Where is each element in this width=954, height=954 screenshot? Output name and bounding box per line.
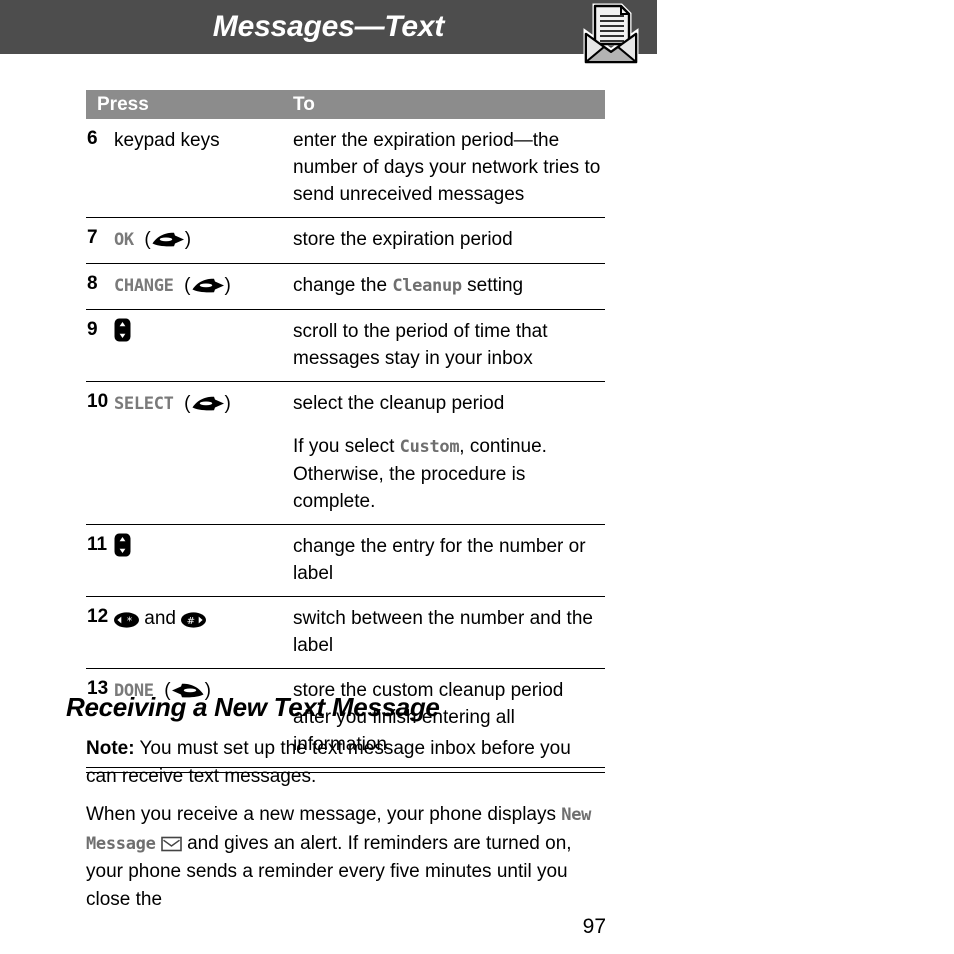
step-description-post: setting — [461, 275, 524, 296]
table-row: 6 keypad keys enter the expiration perio… — [86, 119, 605, 217]
step-description-text: select the cleanup period — [293, 393, 505, 414]
paren-close: ) — [224, 393, 231, 414]
scroll-updown-key-icon — [114, 318, 131, 342]
table-row: 9 scroll to the period of time that mess… — [86, 309, 605, 381]
paren-close: ) — [224, 275, 231, 296]
key-conjunction: and — [144, 608, 176, 629]
paren-open: ( — [139, 229, 151, 250]
message-envelope-icon — [583, 3, 639, 65]
step-number: 9 — [87, 319, 98, 340]
key-label: SELECT — [114, 394, 174, 414]
page-number: 97 — [582, 915, 606, 938]
star-key-icon: * — [114, 609, 139, 628]
step-description: switch between the number and the label — [292, 603, 605, 659]
note-label: Note: — [86, 738, 135, 759]
step-description: change the Cleanup setting — [292, 270, 605, 300]
key-label: keypad keys — [114, 130, 220, 151]
key-label: OK — [114, 230, 134, 250]
step-description-text: change the entry for the number or label — [293, 536, 586, 584]
step-key: keypad keys — [114, 125, 292, 208]
step-key: * and # — [114, 603, 292, 659]
note-text: You must set up the text message inbox b… — [86, 738, 571, 787]
paren-open: ( — [178, 393, 191, 414]
table-header-row: Press To — [86, 90, 605, 119]
table-row: 10 SELECT () select the cleanup period I… — [86, 381, 605, 524]
paren-open: ( — [178, 275, 191, 296]
step-description-text: scroll to the period of time that messag… — [293, 321, 548, 369]
svg-text:#: # — [187, 616, 195, 627]
body-text-pre: When you receive a new message, your pho… — [86, 804, 562, 825]
step-description-pre: change the — [293, 275, 393, 296]
step-key: OK () — [114, 224, 292, 254]
step-number: 11 — [87, 534, 108, 555]
step-description-text: store the expiration period — [293, 229, 513, 250]
section-heading: Receiving a New Text Message — [66, 692, 440, 722]
pound-key-icon: # — [181, 609, 207, 628]
body-paragraph: When you receive a new message, your pho… — [86, 801, 602, 913]
step-key — [114, 316, 292, 372]
step-description-text: enter the expiration period—the number o… — [293, 130, 601, 205]
table-row: 7 OK () store the expiration period — [86, 217, 605, 263]
step-number: 8 — [87, 273, 98, 294]
svg-text:*: * — [127, 614, 133, 627]
step-description: select the cleanup period If you select … — [292, 388, 605, 515]
step-description: store the expiration period — [292, 224, 605, 254]
table-row: 11 change the entry for the number or la… — [86, 524, 605, 596]
step-number: 12 — [87, 606, 109, 627]
table-row: 12 * and # switch between the number and… — [86, 596, 605, 668]
step-description: scroll to the period of time that messag… — [292, 316, 605, 372]
step-description: enter the expiration period—the number o… — [292, 125, 605, 208]
step-key — [114, 531, 292, 587]
secondary-pre: If you select — [293, 436, 400, 457]
procedure-table: Press To 6 keypad keys enter the expirat… — [86, 90, 605, 773]
key-label: CHANGE — [114, 276, 174, 296]
step-number: 10 — [87, 391, 109, 412]
paren-close: ) — [184, 229, 192, 250]
step-description-secondary: If you select Custom, continue. Otherwis… — [293, 433, 605, 515]
step-number: 6 — [87, 128, 98, 149]
step-number: 7 — [87, 227, 98, 248]
table-row: 8 CHANGE () change the Cleanup setting — [86, 263, 605, 309]
note-paragraph: Note: You must set up the text message i… — [86, 735, 602, 790]
column-header-to: To — [293, 94, 315, 115]
scroll-updown-key-icon — [114, 533, 131, 557]
softkey-right-icon — [191, 393, 225, 411]
column-header-press: Press — [97, 94, 149, 115]
softkey-right-icon — [151, 229, 185, 247]
display-string: Cleanup — [392, 276, 462, 296]
envelope-outline-icon — [161, 833, 182, 851]
step-key: SELECT () — [114, 388, 292, 515]
softkey-right-icon — [191, 275, 225, 293]
display-string: Custom — [399, 437, 460, 457]
step-key: CHANGE () — [114, 270, 292, 300]
page-title: Messages—Text — [212, 10, 445, 43]
step-description: change the entry for the number or label — [292, 531, 605, 587]
step-description-text: switch between the number and the label — [293, 608, 593, 656]
